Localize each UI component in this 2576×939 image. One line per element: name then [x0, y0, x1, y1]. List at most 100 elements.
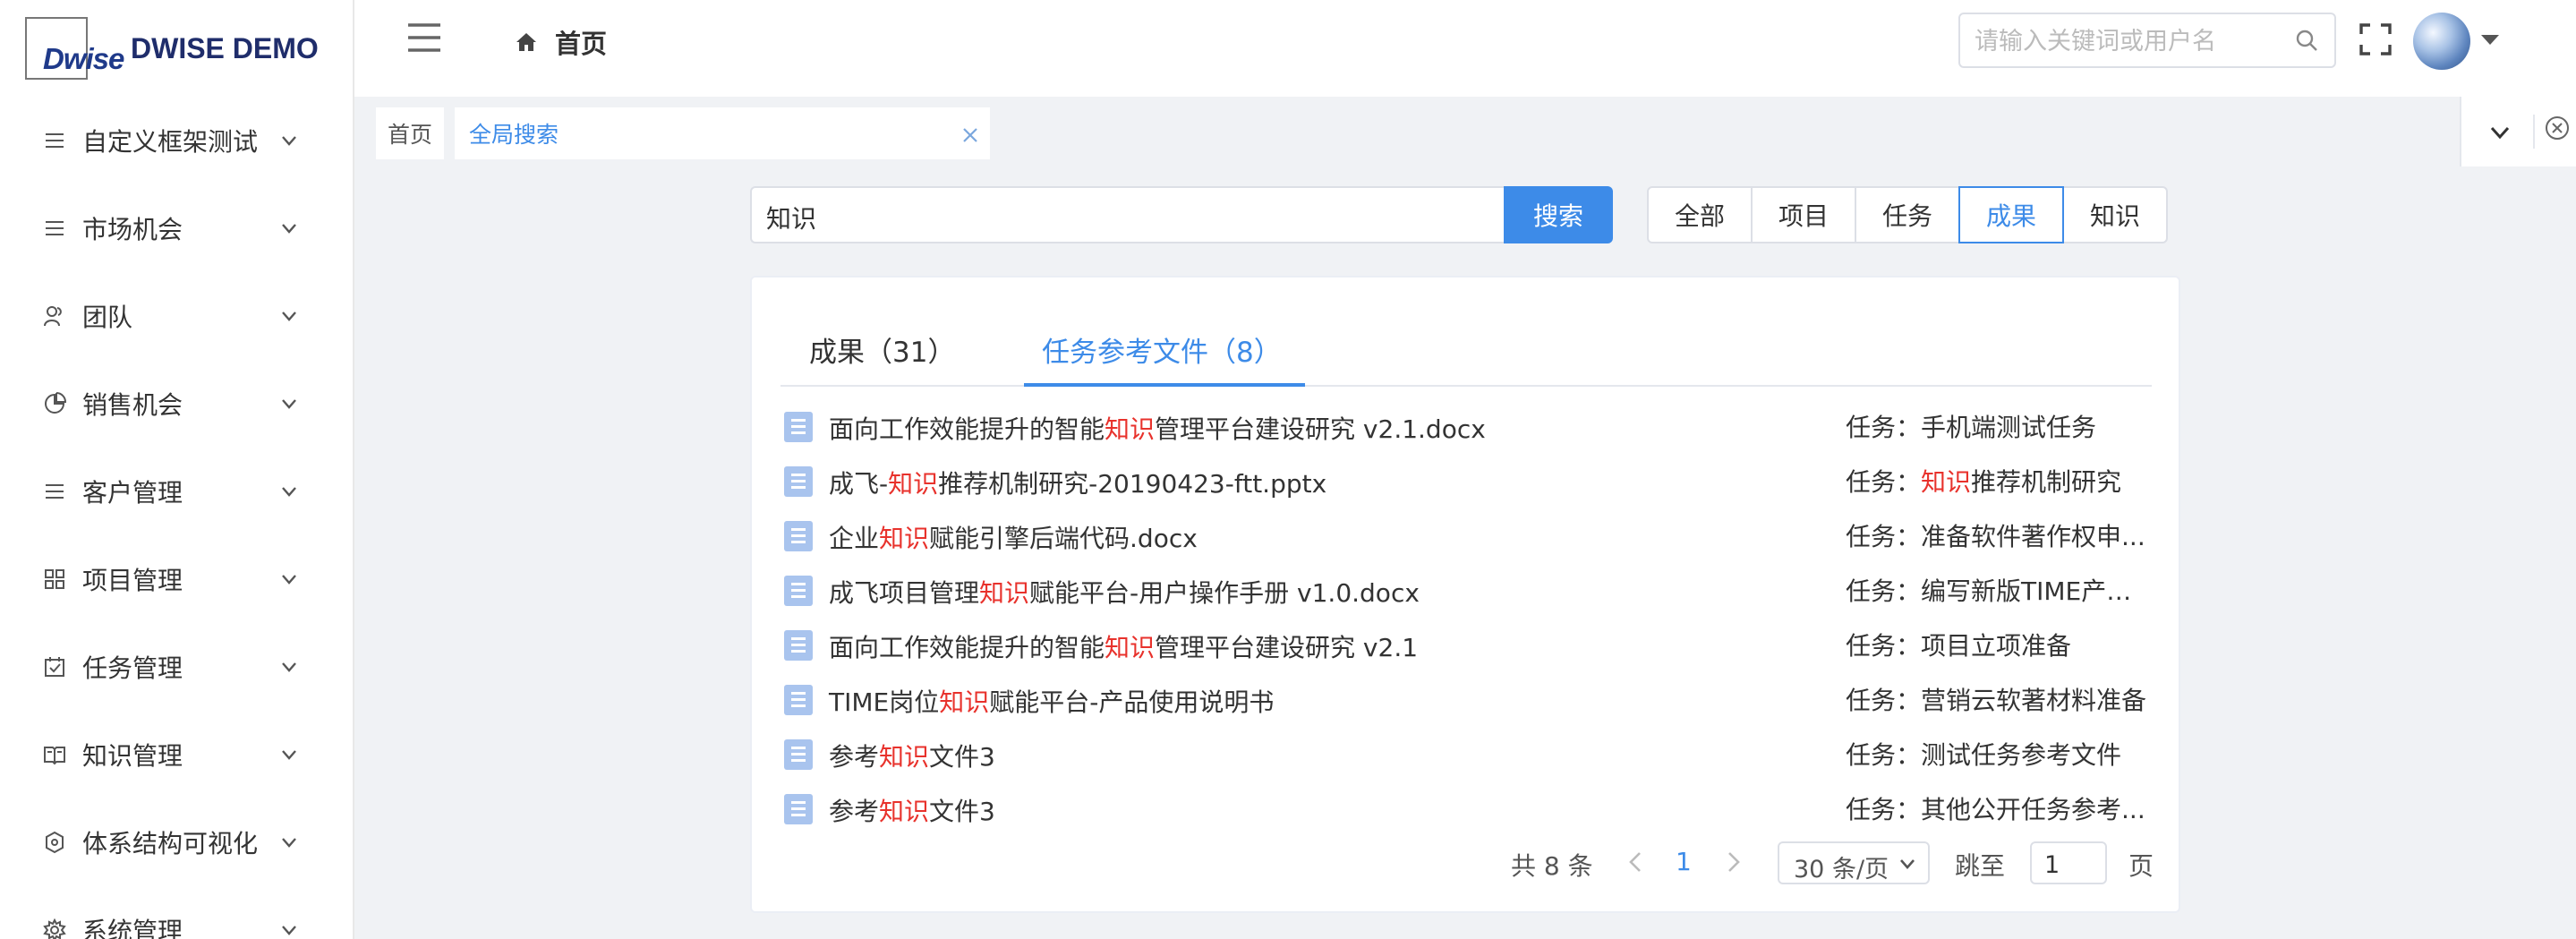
tag-label: 全局搜索	[469, 122, 559, 148]
filter-button[interactable]: 成果	[1958, 186, 2064, 243]
file-name-link[interactable]: 成飞-知识推荐机制研究-20190423-ftt.pptx	[829, 465, 1326, 500]
task-info[interactable]: 任务：其他公开任务参考...	[1846, 790, 2154, 826]
keyword-highlight: 知识	[888, 469, 939, 499]
chevron-down-icon[interactable]	[2488, 121, 2512, 144]
chevron-down-icon[interactable]	[279, 832, 299, 852]
tab-task-reference-files[interactable]: 任务参考文件（8）	[1042, 329, 1282, 370]
header-search[interactable]	[1958, 13, 2336, 68]
menu-toggle-icon[interactable]	[406, 21, 442, 54]
top-header: 首页	[354, 0, 2576, 97]
sidebar-item[interactable]: 销售机会	[0, 360, 353, 448]
close-icon[interactable]	[961, 124, 979, 142]
task-label: 任务：	[1846, 467, 1922, 497]
file-name-link[interactable]: 面向工作效能提升的智能知识管理平台建设研究 v2.1.docx	[829, 410, 1486, 446]
sidebar-item[interactable]: 系统管理	[0, 886, 353, 939]
sidebar-item[interactable]: 市场机会	[0, 184, 353, 272]
global-search-input[interactable]	[764, 199, 1484, 236]
page-number[interactable]: 1	[1676, 847, 1692, 876]
chevron-left-icon[interactable]	[1625, 850, 1647, 875]
sidebar-item[interactable]: 客户管理	[0, 448, 353, 535]
logo[interactable]: Dwise DWISE DEMO	[25, 16, 319, 81]
sidebar-menu: 自定义框架测试市场机会 团队 销售机会客户管理项目管理 任务管理 知识管理 体系结构可视化…	[0, 97, 353, 939]
search-scope-filters: 全部 项目 任务 成果 知识	[1647, 186, 2168, 243]
task-name-part: 推荐机制研究	[1971, 467, 2122, 497]
file-name-part: 管理平台建设研究 v2.1.docx	[1155, 414, 1486, 444]
task-info[interactable]: 任务：准备软件著作权申...	[1846, 517, 2154, 553]
file-name-part: 成飞项目管理	[829, 578, 980, 608]
chevron-down-icon[interactable]	[279, 657, 299, 677]
filter-button[interactable]: 全部	[1647, 186, 1753, 243]
chevron-down-icon[interactable]	[279, 745, 299, 764]
keyword-highlight: 知识	[1105, 414, 1156, 444]
task-info[interactable]: 任务：项目立项准备	[1846, 627, 2154, 662]
sidebar: Dwise DWISE DEMO 自定义框架测试市场机会 团队 销售机会客户管理项目…	[0, 0, 354, 939]
global-search-bar: 搜索 全部项目任务成果知识	[750, 186, 2222, 243]
filter-button[interactable]: 项目	[1751, 186, 1856, 243]
file-name-link[interactable]: 成飞项目管理知识赋能平台-用户操作手册 v1.0.docx	[829, 574, 1420, 610]
header-search-input[interactable]	[1973, 23, 2281, 59]
file-name-link[interactable]: 企业知识赋能引擎后端代码.docx	[829, 519, 1198, 555]
document-icon	[784, 412, 813, 442]
chevron-down-icon[interactable]	[279, 920, 299, 939]
task-info[interactable]: 任务：测试任务参考文件	[1846, 736, 2154, 772]
caret-down-icon[interactable]	[2481, 32, 2499, 45]
keyword-highlight: 知识	[879, 524, 930, 553]
file-name-link[interactable]: TIME岗位知识赋能平台-产品使用说明书	[829, 683, 1274, 719]
tag-global-search[interactable]: 全局搜索	[455, 107, 990, 159]
task-name-part: 测试任务参考文件	[1921, 740, 2122, 770]
sidebar-item[interactable]: 任务管理	[0, 623, 353, 711]
sidebar-item[interactable]: 项目管理	[0, 535, 353, 623]
task-name-part: 准备软件著作权申...	[1921, 522, 2145, 551]
tag-home[interactable]: 首页	[376, 107, 444, 159]
filter-button[interactable]: 知识	[2062, 186, 2168, 243]
breadcrumb-home[interactable]: 首页	[555, 23, 607, 61]
file-name-link[interactable]: 面向工作效能提升的智能知识管理平台建设研究 v2.1	[829, 628, 1418, 664]
list-item: 企业知识赋能引擎后端代码.docx 任务：准备软件著作权申...	[784, 512, 2154, 567]
jump-input[interactable]	[2043, 849, 2100, 881]
close-all-tags-icon[interactable]	[2533, 115, 2576, 149]
filter-button[interactable]: 任务	[1855, 186, 1960, 243]
result-tabs: 成果（31） 任务参考文件（8）	[780, 315, 2152, 387]
search-button[interactable]: 搜索	[1504, 186, 1613, 243]
file-name-link[interactable]: 参考知识文件3	[829, 738, 995, 773]
file-name-part: 推荐机制研究-20190423-ftt.pptx	[938, 469, 1327, 499]
file-name-part: 文件3	[929, 742, 995, 772]
chevron-down-icon[interactable]	[279, 131, 299, 150]
page-size-select[interactable]: 30 条/页	[1778, 841, 1930, 884]
task-info[interactable]: 任务：知识推荐机制研究	[1846, 463, 2154, 499]
page-size-value: 30 条/页	[1794, 856, 1889, 884]
chevron-right-icon[interactable]	[1724, 850, 1745, 875]
task-info[interactable]: 任务：编写新版TIME产品...	[1846, 572, 2154, 608]
chevron-down-icon[interactable]	[279, 394, 299, 414]
jump-field[interactable]	[2030, 841, 2107, 884]
file-name-part: 成飞-	[829, 469, 889, 499]
chevron-down-icon[interactable]	[279, 218, 299, 238]
page-unit-label: 页	[2128, 851, 2154, 881]
search-icon[interactable]	[2295, 29, 2318, 52]
task-info[interactable]: 任务：手机端测试任务	[1846, 408, 2154, 444]
results-card: 成果（31） 任务参考文件（8） 面向工作效能提升的智能知识管理平台建设研究 v…	[750, 276, 2180, 913]
global-search-field[interactable]	[750, 186, 1504, 243]
file-name-link[interactable]: 参考知识文件3	[829, 792, 995, 828]
task-info[interactable]: 任务：营销云软著材料准备	[1846, 681, 2154, 717]
sidebar-item-label: 自定义框架测试	[82, 127, 259, 157]
document-icon	[784, 576, 813, 606]
tab-achievements[interactable]: 成果（31）	[809, 329, 955, 370]
fullscreen-icon[interactable]	[2359, 23, 2392, 55]
sidebar-item[interactable]: 体系结构可视化	[0, 798, 353, 886]
chevron-down-icon[interactable]	[279, 482, 299, 501]
task-label: 任务：	[1846, 631, 1922, 661]
result-list: 面向工作效能提升的智能知识管理平台建设研究 v2.1.docx 任务：手机端测试任…	[784, 403, 2154, 840]
sidebar-item[interactable]: 自定义框架测试	[0, 97, 353, 184]
sidebar-item-label: 客户管理	[82, 478, 183, 508]
sidebar-item[interactable]: 知识管理	[0, 711, 353, 798]
sidebar-item[interactable]: 团队	[0, 272, 353, 360]
avatar[interactable]	[2413, 13, 2470, 70]
active-tab-indicator	[1024, 383, 1305, 387]
task-name-part: 项目立项准备	[1921, 631, 2072, 661]
chevron-down-icon[interactable]	[279, 569, 299, 589]
list-icon	[41, 127, 68, 154]
chevron-down-icon[interactable]	[279, 306, 299, 326]
file-name-part: 赋能平台-用户操作手册 v1.0.docx	[1029, 578, 1420, 608]
task-label: 任务：	[1846, 795, 1922, 824]
